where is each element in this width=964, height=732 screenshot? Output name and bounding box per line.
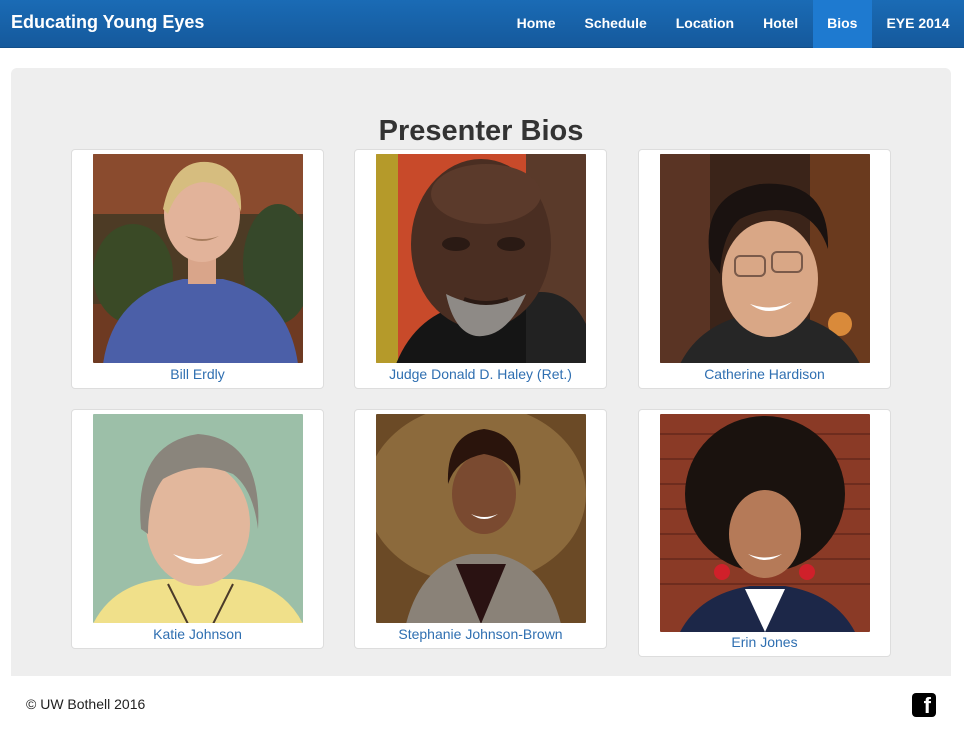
nav-bios[interactable]: Bios [812,0,872,48]
presenter-name-link[interactable]: Stephanie Johnson-Brown [355,626,606,642]
presenter-photo [660,414,870,632]
nav-eye-2014[interactable]: EYE 2014 [872,0,964,48]
main-nav: Home Schedule Location Hotel Bios EYE 20… [502,0,964,48]
nav-home[interactable]: Home [502,0,570,48]
presenter-photo [93,414,303,623]
presenter-name-link[interactable]: Judge Donald D. Haley (Ret.) [355,366,606,382]
presenter-photo [376,154,586,363]
presenter-card[interactable]: Stephanie Johnson-Brown [354,409,607,649]
presenter-photo [93,154,303,363]
brand-link[interactable]: Educating Young Eyes [11,12,204,33]
copyright-text: © UW Bothell 2016 [26,696,146,712]
facebook-icon[interactable]: f [912,693,936,718]
presenter-card[interactable]: Erin Jones [638,409,891,657]
bios-panel: Presenter Bios Bill Erdly Judge Donald D… [11,68,951,708]
nav-location[interactable]: Location [661,0,748,48]
nav-schedule[interactable]: Schedule [570,0,661,48]
footer: © UW Bothell 2016 f [0,676,964,732]
presenter-photo [660,154,870,363]
nav-hotel[interactable]: Hotel [749,0,813,48]
page-title: Presenter Bios [378,115,584,147]
presenter-photo [376,414,586,623]
presenter-name-link[interactable]: Katie Johnson [72,626,323,642]
presenter-card[interactable]: Katie Johnson [71,409,324,649]
presenter-card[interactable]: Bill Erdly [71,149,324,389]
navbar: Educating Young Eyes Home Schedule Locat… [0,0,964,48]
presenter-card[interactable]: Catherine Hardison [638,149,891,389]
presenter-card[interactable]: Judge Donald D. Haley (Ret.) [354,149,607,389]
presenter-name-link[interactable]: Catherine Hardison [639,366,890,382]
presenter-name-link[interactable]: Bill Erdly [72,366,323,382]
presenter-name-link[interactable]: Erin Jones [639,634,890,650]
